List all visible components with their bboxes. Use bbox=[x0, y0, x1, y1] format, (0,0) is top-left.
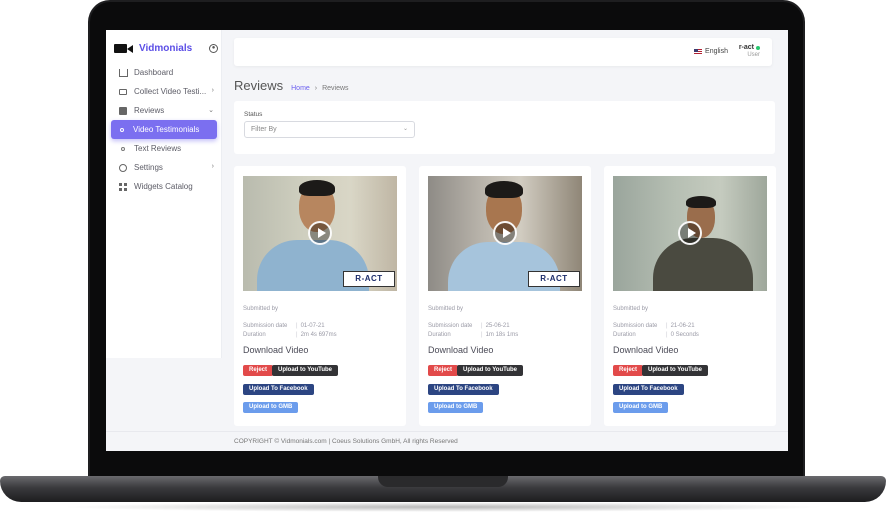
reject-button[interactable]: Reject bbox=[243, 365, 274, 376]
sidebar-item-label: Dashboard bbox=[134, 68, 174, 77]
reviews-icon bbox=[118, 106, 128, 116]
breadcrumb-current: Reviews bbox=[322, 85, 349, 92]
brand[interactable]: Vidmonials ● bbox=[114, 40, 218, 56]
review-card: Submitted by Submission date | 21-06-21 Du… bbox=[604, 166, 776, 426]
play-icon[interactable] bbox=[493, 221, 517, 245]
app-screen: Vidmonials ● Dashboard Collect Video Tes… bbox=[106, 30, 788, 451]
sidebar: Vidmonials ● Dashboard Collect Video Tes… bbox=[106, 30, 222, 358]
top-bar: English r-act User bbox=[234, 38, 772, 66]
submission-date: Submission date | 25-06-21 bbox=[428, 323, 510, 329]
duration: Duration | 0 Seconds bbox=[613, 332, 699, 338]
sidebar-item-label: Collect Video Testi... bbox=[134, 87, 207, 96]
sidebar-toggle-icon[interactable]: ● bbox=[209, 43, 218, 53]
upload-gmb-button[interactable]: Upload to GMB bbox=[428, 402, 484, 413]
submission-date: Submission date | 21-06-21 bbox=[613, 323, 695, 329]
status-filter-label: Status bbox=[244, 111, 263, 118]
review-cards: R-ACT Submitted by Submission date | 01-07… bbox=[234, 166, 779, 426]
us-flag-icon bbox=[694, 49, 703, 54]
upload-youtube-button[interactable]: Upload to YouTube bbox=[642, 365, 708, 376]
upload-youtube-button[interactable]: Upload to YouTube bbox=[272, 365, 338, 376]
upload-youtube-button[interactable]: Upload to YouTube bbox=[457, 365, 523, 376]
sidebar-item-widgets-catalog[interactable]: Widgets Catalog bbox=[112, 177, 217, 196]
breadcrumb-home-link[interactable]: Home bbox=[291, 85, 310, 92]
upload-facebook-button[interactable]: Upload To Facebook bbox=[243, 384, 314, 395]
upload-gmb-button[interactable]: Upload to GMB bbox=[613, 402, 669, 413]
r-act-logo: R-ACT bbox=[343, 271, 395, 287]
video-thumbnail[interactable]: R-ACT bbox=[243, 176, 397, 291]
user-menu[interactable]: r-act User bbox=[739, 44, 760, 58]
laptop-shadow bbox=[60, 502, 826, 512]
user-name: r-act bbox=[738, 44, 754, 51]
page-header: Reviews Home › Reviews bbox=[234, 78, 349, 93]
sidebar-item-collect-video[interactable]: Collect Video Testi... › bbox=[112, 82, 217, 101]
submitted-by: Submitted by bbox=[243, 306, 279, 312]
sidebar-item-label: Reviews bbox=[134, 106, 165, 115]
play-icon[interactable] bbox=[678, 221, 702, 245]
language-label: English bbox=[705, 48, 728, 55]
sidebar-item-label: Settings bbox=[134, 163, 163, 172]
gear-icon bbox=[118, 163, 128, 173]
sidebar-item-dashboard[interactable]: Dashboard bbox=[112, 63, 217, 82]
laptop-notch bbox=[378, 476, 508, 487]
online-status-icon bbox=[756, 45, 760, 50]
circle-bullet-icon bbox=[117, 125, 127, 135]
filter-panel: Status Filter By ⌄ bbox=[234, 101, 775, 154]
video-thumbnail[interactable] bbox=[613, 176, 767, 291]
sidebar-item-label: Video Testimonials bbox=[133, 125, 200, 134]
play-icon[interactable] bbox=[308, 221, 332, 245]
chevron-right-icon: › bbox=[211, 163, 214, 170]
chevron-down-icon: ⌄ bbox=[402, 126, 408, 132]
upload-facebook-button[interactable]: Upload To Facebook bbox=[428, 384, 499, 395]
sidebar-item-video-testimonials[interactable]: Video Testimonials bbox=[111, 120, 217, 139]
grid-icon bbox=[118, 182, 128, 192]
upload-gmb-button[interactable]: Upload to GMB bbox=[243, 402, 299, 413]
status-filter-placeholder: Filter By bbox=[251, 126, 277, 133]
status-filter-select[interactable]: Filter By ⌄ bbox=[244, 121, 415, 138]
laptop-frame: Vidmonials ● Dashboard Collect Video Tes… bbox=[0, 0, 886, 516]
sidebar-item-label: Text Reviews bbox=[134, 144, 182, 153]
copyright-text: COPYRIGHT © Vidmonials.com | Coeus Solut… bbox=[234, 438, 458, 445]
sidebar-nav: Dashboard Collect Video Testi... › Revie… bbox=[111, 63, 217, 196]
duration: Duration | 1m 18s 1ms bbox=[428, 332, 519, 338]
submitted-by: Submitted by bbox=[428, 306, 464, 312]
breadcrumb: Home › Reviews bbox=[291, 85, 348, 92]
download-video-link[interactable]: Download Video bbox=[243, 345, 308, 355]
review-card: R-ACT Submitted by Submission date | 01-07… bbox=[234, 166, 406, 426]
sidebar-item-text-reviews[interactable]: Text Reviews bbox=[112, 139, 217, 158]
r-act-logo: R-ACT bbox=[528, 271, 580, 287]
user-role: User bbox=[747, 52, 760, 58]
reject-button[interactable]: Reject bbox=[613, 365, 644, 376]
brand-name: Vidmonials bbox=[139, 42, 193, 54]
footer: COPYRIGHT © Vidmonials.com | Coeus Solut… bbox=[106, 431, 788, 451]
video-thumbnail[interactable]: R-ACT bbox=[428, 176, 582, 291]
sidebar-item-label: Widgets Catalog bbox=[134, 182, 193, 191]
download-video-link[interactable]: Download Video bbox=[613, 345, 678, 355]
video-camera-logo-icon bbox=[114, 43, 134, 54]
page-title: Reviews bbox=[234, 78, 284, 93]
breadcrumb-separator: › bbox=[314, 85, 318, 92]
circle-bullet-icon bbox=[118, 144, 128, 154]
sidebar-item-reviews[interactable]: Reviews ⌄ bbox=[112, 101, 217, 120]
submitted-by: Submitted by bbox=[613, 306, 649, 312]
reject-button[interactable]: Reject bbox=[428, 365, 459, 376]
submission-date: Submission date | 01-07-21 bbox=[243, 323, 325, 329]
review-card: R-ACT Submitted by Submission date | 25-06… bbox=[419, 166, 591, 426]
language-selector[interactable]: English bbox=[694, 48, 728, 55]
duration: Duration | 2m 4s 697ms bbox=[243, 332, 337, 338]
chevron-right-icon: › bbox=[211, 87, 214, 94]
video-icon bbox=[118, 87, 128, 97]
upload-facebook-button[interactable]: Upload To Facebook bbox=[613, 384, 684, 395]
chevron-down-icon: ⌄ bbox=[208, 107, 214, 114]
download-video-link[interactable]: Download Video bbox=[428, 345, 493, 355]
sidebar-item-settings[interactable]: Settings › bbox=[112, 158, 217, 177]
home-icon bbox=[118, 68, 128, 78]
